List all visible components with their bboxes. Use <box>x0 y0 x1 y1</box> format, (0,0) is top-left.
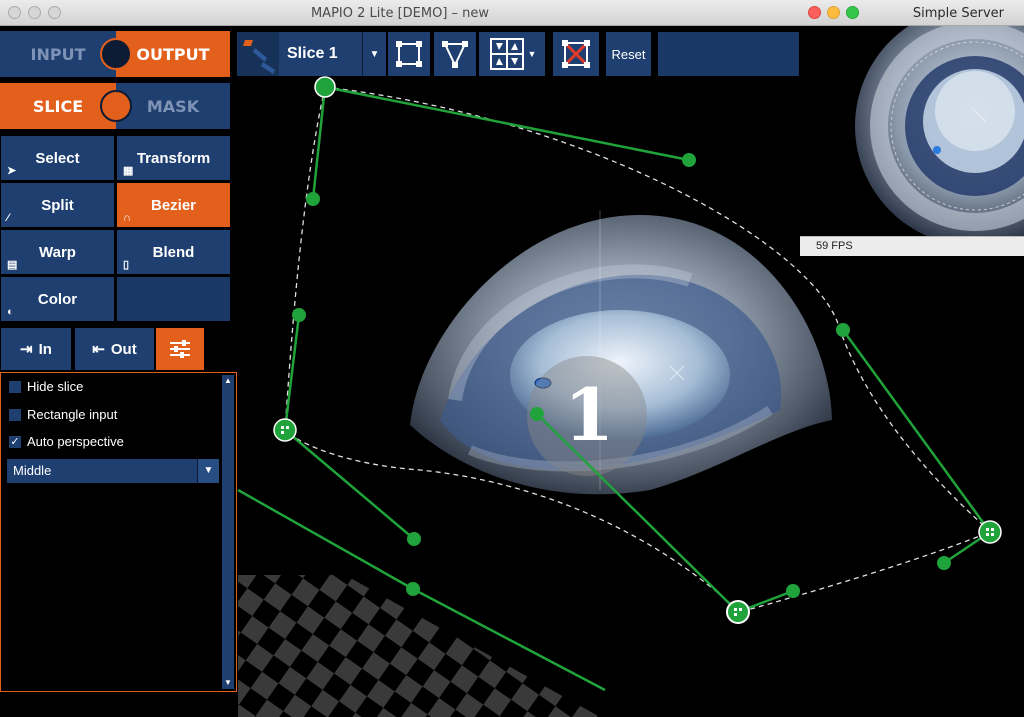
main-window-titlebar: MAPIO 2 Lite [DEMO] – new <box>0 0 800 26</box>
tool-split-label: Split <box>41 196 74 214</box>
chevron-down-icon[interactable]: ▼ <box>528 49 537 59</box>
auto-perspective-option[interactable]: ✓ Auto perspective <box>9 434 124 449</box>
output-mode-label: OUTPUT <box>136 44 210 64</box>
rectangle-input-label: Rectangle input <box>27 407 118 422</box>
grid-shape-button[interactable]: ▼ <box>479 32 545 76</box>
tool-warp[interactable]: Warp ▤ <box>1 230 114 274</box>
sliders-icon <box>170 340 190 358</box>
tab-in[interactable]: ⇥ In <box>1 328 71 370</box>
minimize-window-button[interactable] <box>827 6 840 19</box>
delete-slice-button[interactable] <box>553 32 599 76</box>
chevron-down-icon[interactable]: ▼ <box>197 459 219 483</box>
checker-surface <box>238 575 600 717</box>
reset-label: Reset <box>611 46 646 62</box>
slice-mask-toggle-icon[interactable] <box>100 90 132 122</box>
output-mode-button[interactable]: OUTPUT <box>116 31 230 77</box>
slice-thumbnail-icon <box>237 32 279 76</box>
color-icon: ◐ <box>7 306 14 318</box>
input-icon: ⇥ <box>20 341 33 358</box>
grid-shape-icon <box>489 38 524 70</box>
output-icon: ⇤ <box>92 341 105 358</box>
preview-artwork <box>855 26 1024 236</box>
quad-shape-button[interactable] <box>388 32 430 76</box>
reset-button[interactable]: Reset <box>606 32 651 76</box>
close-window-button[interactable] <box>808 6 821 19</box>
rectangle-input-checkbox[interactable] <box>9 408 21 421</box>
properties-panel: Hide slice Rectangle input ✓ Auto perspec… <box>0 372 237 692</box>
tool-color[interactable]: Color ◐ <box>1 277 114 321</box>
zoom-window-button[interactable] <box>846 6 859 19</box>
tab-out-label: Out <box>110 340 137 358</box>
blend-icon: ▯ <box>123 259 130 271</box>
slice-selector[interactable]: Slice 1 ▼ <box>237 32 386 76</box>
auto-perspective-label: Auto perspective <box>27 434 124 449</box>
triangle-shape-button[interactable] <box>434 32 476 76</box>
tool-warp-label: Warp <box>39 243 76 261</box>
alignment-select[interactable]: Middle ▼ <box>7 459 219 483</box>
mask-mode-label: MASK <box>146 96 200 116</box>
tool-blend-label: Blend <box>152 243 195 261</box>
triangle-shape-icon <box>442 41 468 68</box>
scroll-up-icon[interactable]: ▲ <box>222 375 234 387</box>
warp-icon: ▤ <box>7 259 18 271</box>
slice-mode-button[interactable]: SLICE <box>0 83 116 129</box>
tool-bezier[interactable]: Bezier ∩ <box>117 183 230 227</box>
main-window-title: MAPIO 2 Lite [DEMO] – new <box>310 6 490 21</box>
tool-color-label: Color <box>37 290 78 308</box>
tool-split[interactable]: Split ⁄ <box>1 183 114 227</box>
properties-scrollbar[interactable]: ▲ ▼ <box>222 375 234 689</box>
chevron-down-icon[interactable]: ▼ <box>362 32 386 76</box>
bezier-icon: ∩ <box>123 212 131 224</box>
tool-transform-label: Transform <box>136 149 211 167</box>
tab-settings[interactable] <box>156 328 204 370</box>
tool-empty-slot <box>117 277 230 321</box>
io-toggle-icon[interactable] <box>100 38 132 70</box>
side-window-title: Simple Server <box>912 6 1004 21</box>
rectangle-input-option[interactable]: Rectangle input <box>9 407 117 422</box>
quad-shape-icon <box>396 41 422 67</box>
alignment-value: Middle <box>13 463 52 478</box>
toolbar-spacer <box>658 32 799 76</box>
hide-slice-label: Hide slice <box>27 379 84 394</box>
hide-slice-checkbox[interactable] <box>9 380 21 393</box>
slice-number: 1 <box>563 372 615 457</box>
tool-select-label: Select <box>35 149 80 167</box>
tool-blend[interactable]: Blend ▯ <box>117 230 230 274</box>
input-mode-button[interactable]: INPUT <box>0 31 116 77</box>
tab-out[interactable]: ⇤ Out <box>75 328 154 370</box>
scroll-down-icon[interactable]: ▼ <box>222 677 234 689</box>
cursor-icon: ➤ <box>7 165 17 177</box>
input-mode-label: INPUT <box>30 44 86 64</box>
fps-counter: 59 FPS <box>800 236 1024 256</box>
hide-slice-option[interactable]: Hide slice <box>9 379 83 394</box>
tool-transform[interactable]: Transform ▦ <box>117 136 230 180</box>
side-window-titlebar: Simple Server <box>800 0 1024 26</box>
output-preview <box>800 26 1024 236</box>
tool-bezier-label: Bezier <box>150 196 197 214</box>
split-icon: ⁄ <box>7 212 9 224</box>
grid-icon: ▦ <box>123 165 134 177</box>
auto-perspective-checkbox[interactable]: ✓ <box>9 435 21 448</box>
tab-in-label: In <box>38 340 52 358</box>
slice-name: Slice 1 <box>287 45 338 62</box>
slice-mode-label: SLICE <box>32 96 84 116</box>
delete-slice-icon <box>562 40 590 68</box>
mask-mode-button[interactable]: MASK <box>116 83 230 129</box>
tool-select[interactable]: Select ➤ <box>1 136 114 180</box>
